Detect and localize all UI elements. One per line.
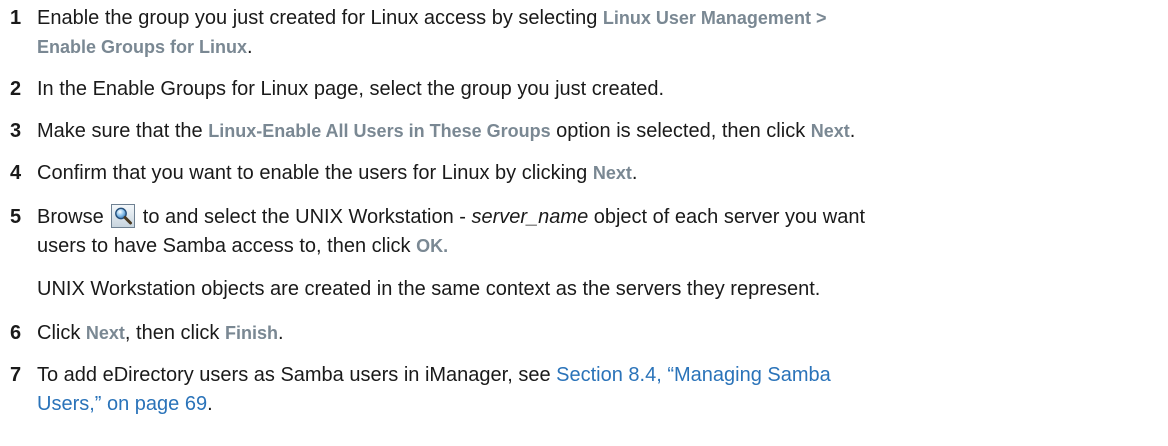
step-text-part: Make sure that the [37,120,209,142]
step-number: 1 [10,7,22,29]
step-text: Enable the group you just created for Li… [37,4,1168,62]
step-text-part: Confirm that you want to enable the user… [37,162,593,184]
step-number: 2 [10,78,22,100]
ui-label-enable-groups: Enable Groups for Linux [37,37,248,57]
browse-magnifier-icon[interactable] [111,204,136,228]
step-text: Make sure that the Linux-Enable All User… [37,117,1168,146]
ui-label-next: Next [810,121,850,141]
document-page: 1 Enable the group you just created for … [0,0,1168,446]
ui-label-finish: Finish [224,323,278,343]
step-text-part: , then click [124,322,225,344]
step-text-part: To add eDirectory users as Samba users i… [37,364,557,386]
ui-label-menu-path: Linux User Management > [602,8,827,28]
ui-label-next: Next [592,163,632,183]
step-number: 3 [10,120,22,142]
server-name-placeholder: server_name [471,206,589,228]
step-text-part: option is selected, then click [550,120,811,142]
step-text-part: . [849,120,856,142]
step-text: Browse to and select the UNIX Workstatio… [37,203,1168,261]
ui-label-next: Next [85,323,125,343]
step-text-part: object of each server you want [588,206,866,228]
step-text: In the Enable Groups for Linux page, sel… [37,75,1168,104]
step-text-part: Enable the group you just created for Li… [37,7,603,29]
ui-label-option: Linux-Enable All Users in These Groups [208,121,551,141]
step-text-part: users to have Samba access to, then clic… [37,235,417,257]
step-text: Click Next, then click Finish. [37,319,1168,348]
step-text-part: Click [37,322,86,344]
step-text-part: . [247,36,253,58]
ui-label-ok: OK. [416,236,449,256]
section-link[interactable]: Section 8.4, “Managing Samba [556,364,831,386]
section-link-continued[interactable]: Users,” on page 69 [37,393,207,415]
step-number: 6 [10,322,22,344]
step-text: To add eDirectory users as Samba users i… [37,361,1168,419]
step-text-part: Browse [37,206,110,228]
step-text-part: . [631,162,638,184]
step-number: 7 [10,364,22,386]
step-text: Confirm that you want to enable the user… [37,159,1168,188]
step-text-part: . [277,322,284,344]
step-text-part: In the Enable Groups for Linux page, sel… [37,78,665,100]
step-text-part: . [207,393,213,415]
step-5-note: UNIX Workstation objects are created in … [37,278,821,300]
step-number: 4 [10,162,22,184]
step-number: 5 [10,206,22,228]
step-text-part: to and select the UNIX Workstation - [137,206,472,228]
